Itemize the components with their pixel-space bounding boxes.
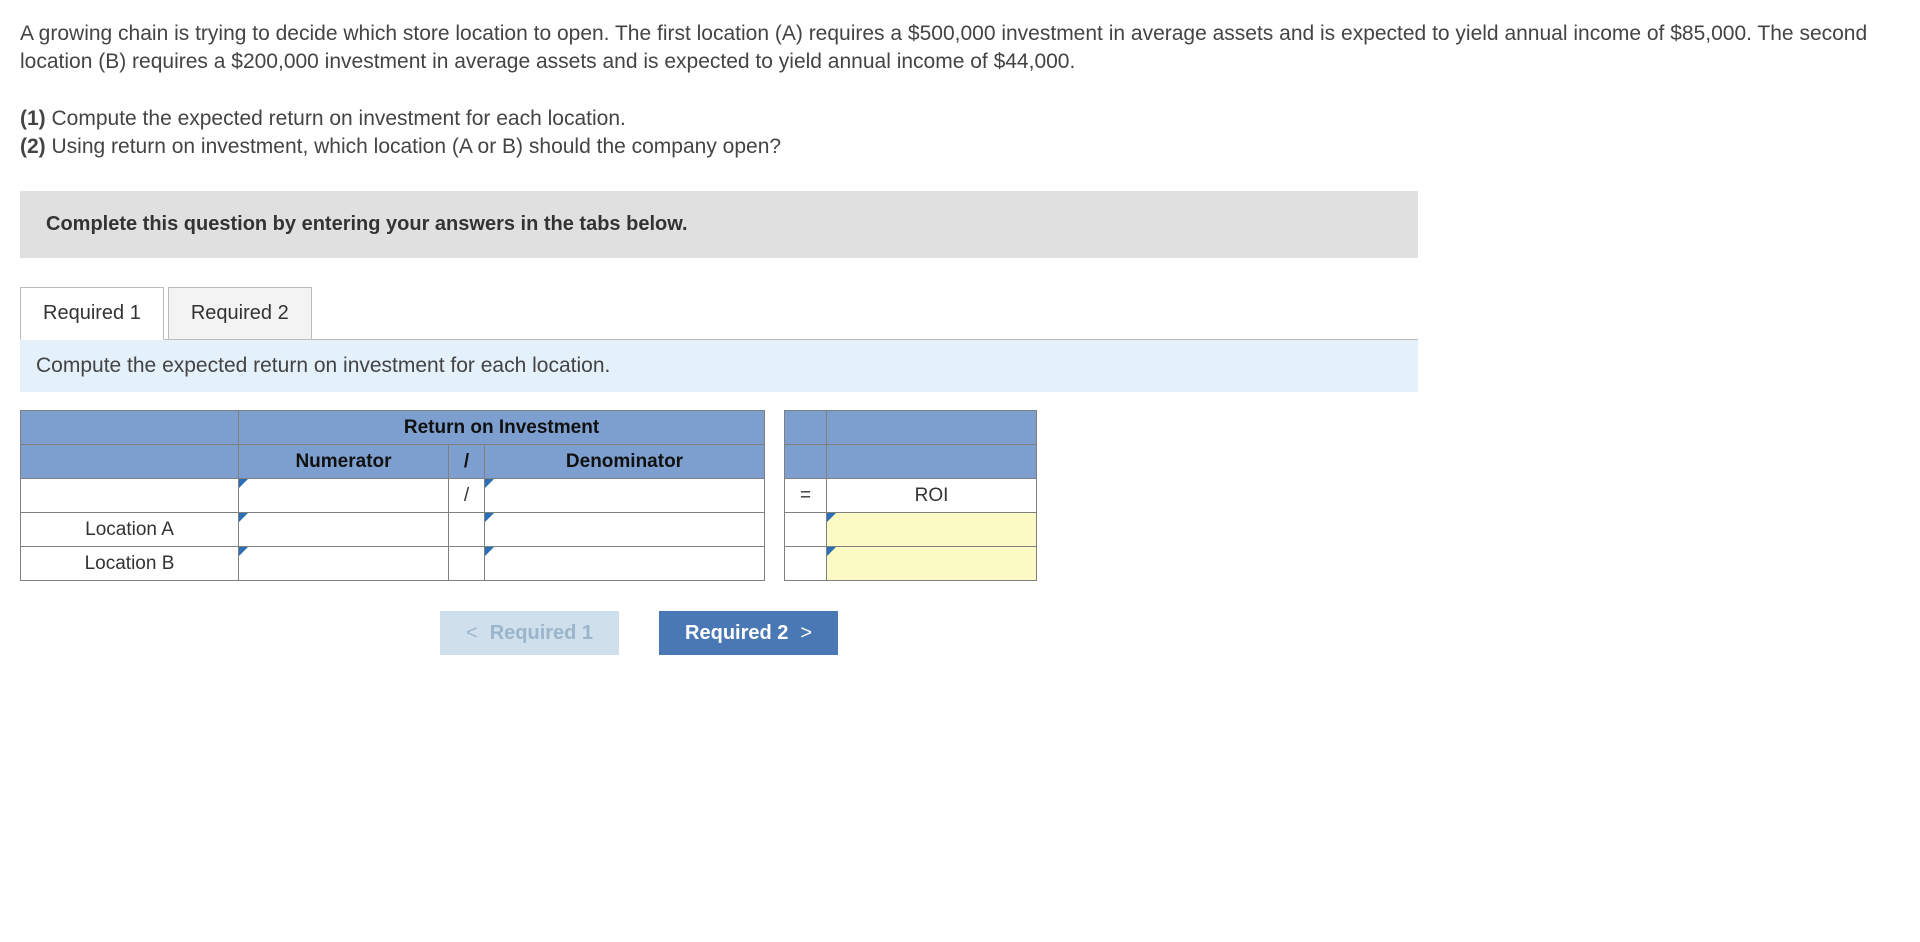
prev-label: Required 1 — [490, 622, 593, 645]
tab-instruction: Compute the expected return on investmen… — [20, 339, 1418, 392]
header-blank-eq2 — [785, 445, 827, 479]
denominator-label-input[interactable] — [485, 479, 765, 513]
tabs-row: Required 1 Required 2 — [20, 286, 1900, 339]
header-blank-roi — [827, 411, 1037, 445]
location-b-numerator-input[interactable] — [239, 547, 449, 581]
q2-text: Using return on investment, which locati… — [46, 135, 781, 158]
header-denominator: Denominator — [485, 445, 765, 479]
tab-required-2[interactable]: Required 2 — [168, 287, 312, 340]
location-b-denominator-input[interactable] — [485, 547, 765, 581]
equals-b — [785, 547, 827, 581]
roi-label: ROI — [827, 479, 1037, 513]
problem-statement: A growing chain is trying to decide whic… — [20, 20, 1900, 77]
question-list: (1) Compute the expected return on inves… — [20, 105, 1900, 162]
equals-cell: = — [785, 479, 827, 513]
location-a-roi-input[interactable] — [827, 513, 1037, 547]
nav-buttons: < Required 1 Required 2 > — [440, 611, 1900, 655]
equals-a — [785, 513, 827, 547]
header-blank-1 — [21, 411, 239, 445]
roi-table: Return on Investment Numerator / Denomin… — [20, 410, 1037, 581]
header-blank-roi2 — [827, 445, 1037, 479]
row-blank-label — [21, 479, 239, 513]
chevron-right-icon: > — [800, 622, 812, 645]
slash-a — [449, 513, 485, 547]
slash-b — [449, 547, 485, 581]
numerator-label-input[interactable] — [239, 479, 449, 513]
location-a-denominator-input[interactable] — [485, 513, 765, 547]
header-slash: / — [449, 445, 485, 479]
row-location-a: Location A — [21, 513, 239, 547]
header-return-on-investment: Return on Investment — [239, 411, 765, 445]
next-required-button[interactable]: Required 2 > — [659, 611, 838, 655]
prev-required-button: < Required 1 — [440, 611, 619, 655]
header-numerator: Numerator — [239, 445, 449, 479]
row-location-b: Location B — [21, 547, 239, 581]
header-blank-2 — [21, 445, 239, 479]
next-label: Required 2 — [685, 622, 788, 645]
q1-number: (1) — [20, 107, 46, 130]
tab-required-1[interactable]: Required 1 — [20, 287, 164, 340]
header-blank-eq — [785, 411, 827, 445]
slash-cell: / — [449, 479, 485, 513]
location-b-roi-input[interactable] — [827, 547, 1037, 581]
location-a-numerator-input[interactable] — [239, 513, 449, 547]
instruction-bar: Complete this question by entering your … — [20, 191, 1418, 258]
q2-number: (2) — [20, 135, 46, 158]
q1-text: Compute the expected return on investmen… — [46, 107, 626, 130]
chevron-left-icon: < — [466, 622, 478, 645]
